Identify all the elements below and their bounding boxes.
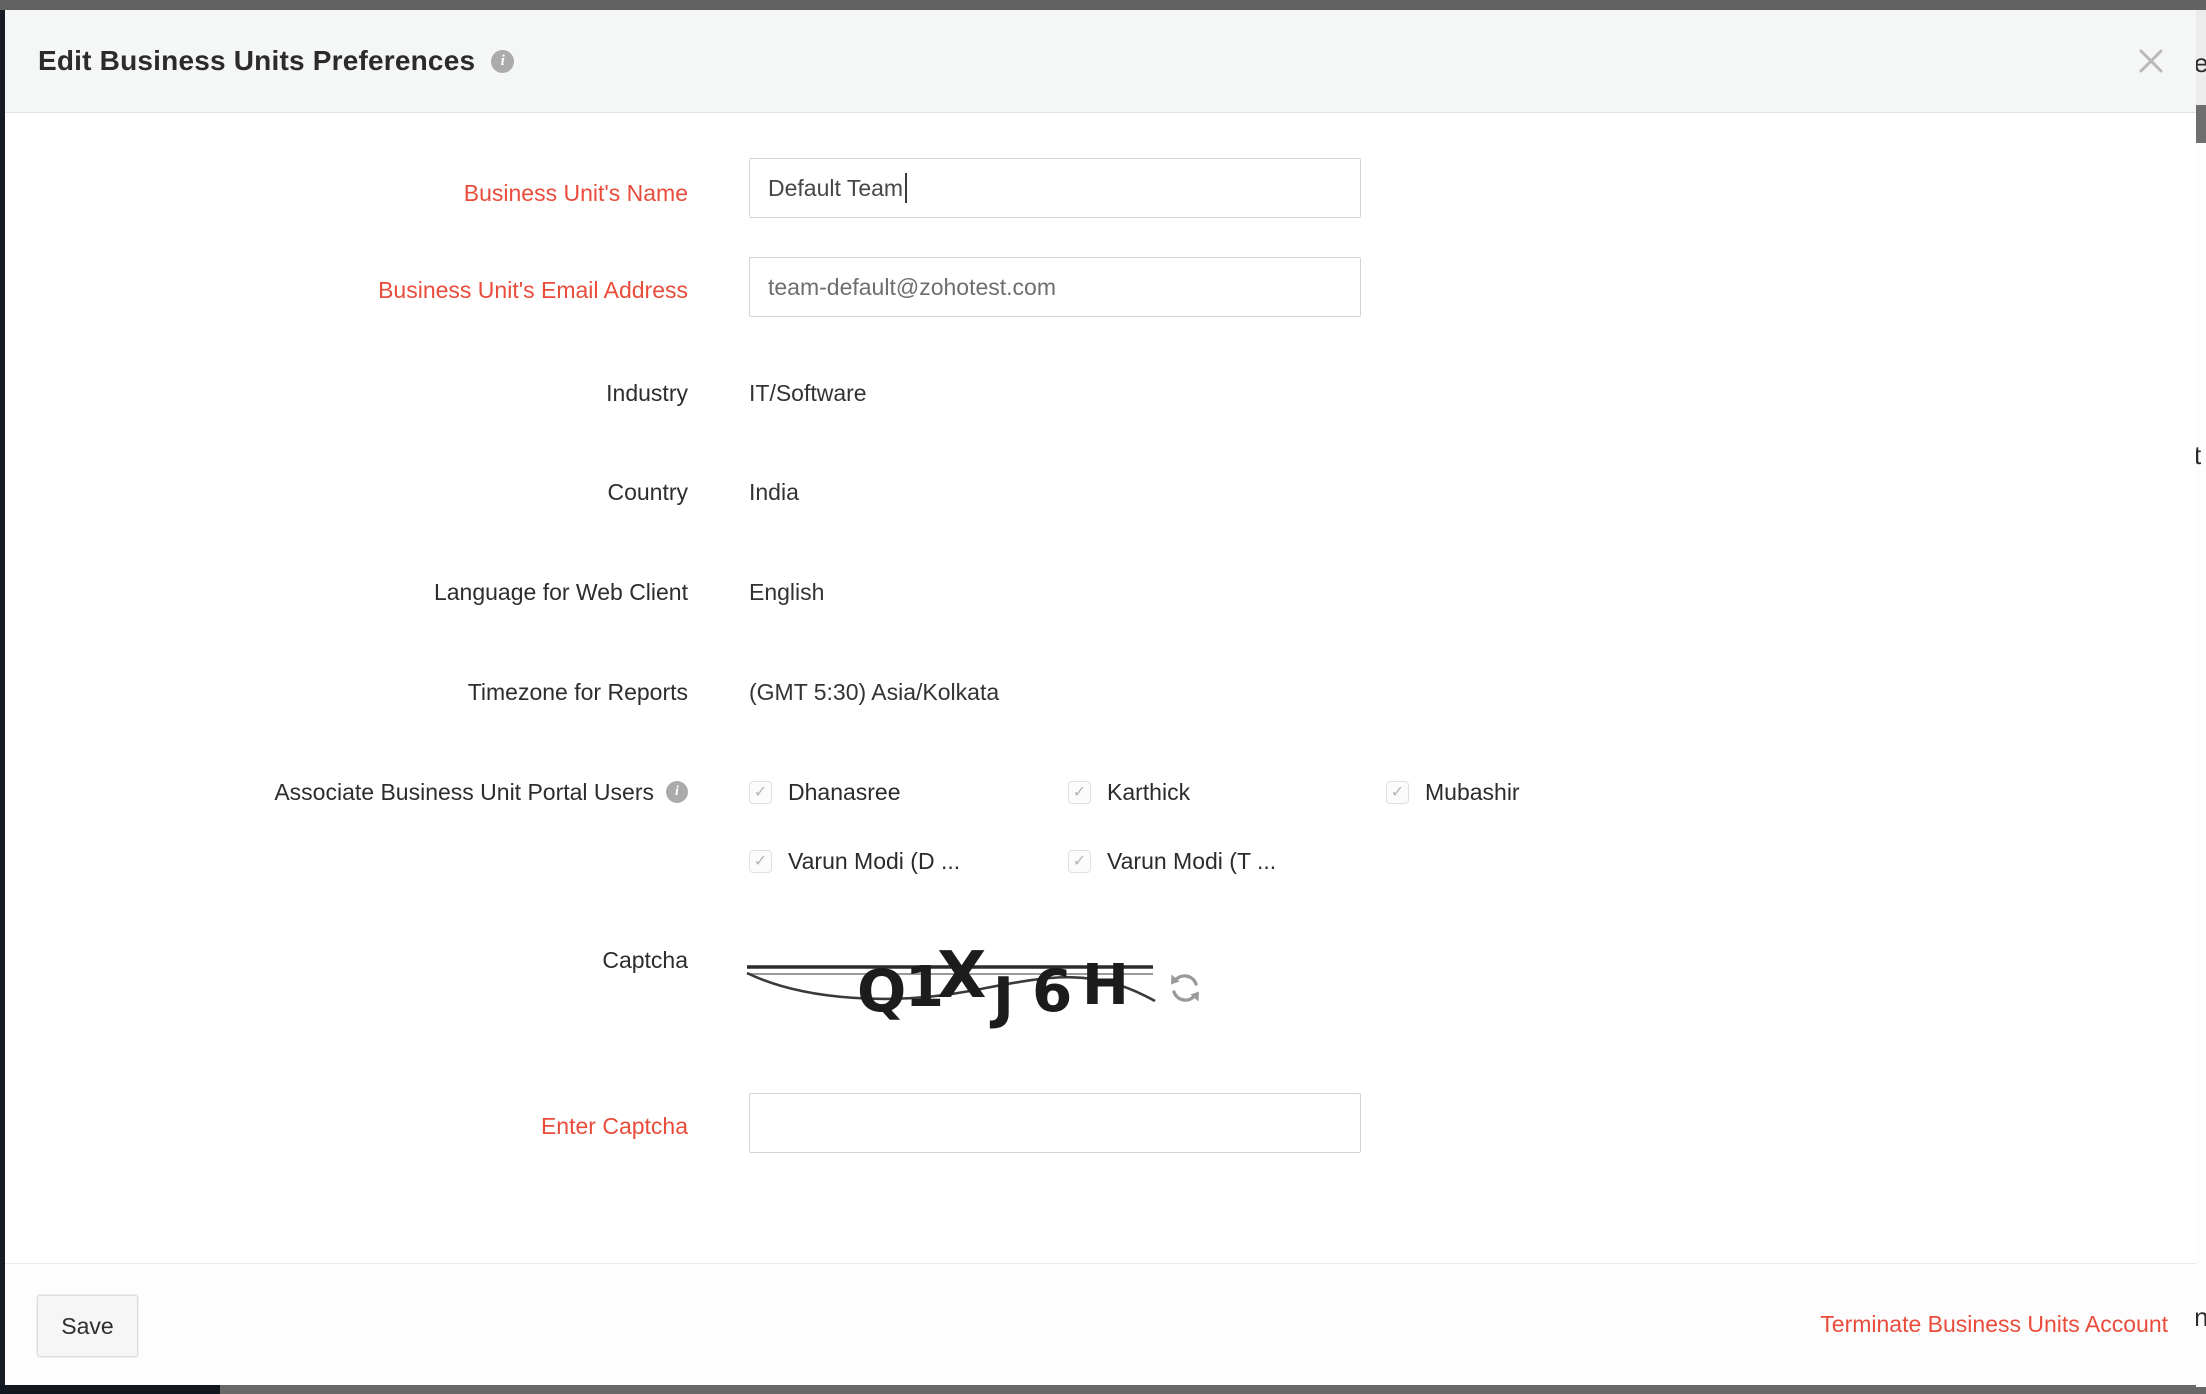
save-button[interactable]: Save bbox=[37, 1295, 138, 1357]
checkbox-checked-icon: ✓ bbox=[749, 781, 772, 804]
close-icon[interactable] bbox=[2136, 46, 2166, 76]
enter-captcha-label: Enter Captcha bbox=[5, 1111, 688, 1141]
business-unit-name-label: Business Unit's Name bbox=[5, 178, 688, 208]
timezone-label: Timezone for Reports bbox=[5, 677, 688, 707]
text-cursor bbox=[905, 173, 907, 203]
refresh-captcha-icon[interactable] bbox=[1167, 970, 1203, 1011]
business-unit-name-input[interactable]: Default Team bbox=[749, 158, 1361, 218]
captcha-text: Q1XJ6H bbox=[857, 943, 1129, 1031]
backdrop-right-page-sliver: e t nt bbox=[2196, 10, 2206, 1387]
backdrop-bottom-bar bbox=[0, 1385, 2206, 1394]
checkbox-checked-icon: ✓ bbox=[1068, 781, 1091, 804]
row-enter-captcha: Enter Captcha bbox=[5, 1093, 2196, 1153]
country-value: India bbox=[749, 479, 799, 505]
captcha-image: Q1XJ6H bbox=[745, 943, 1159, 1031]
associate-portal-users-label-wrap: Associate Business Unit Portal Users i bbox=[5, 777, 688, 807]
row-associate-portal-users: Associate Business Unit Portal Users i ✓… bbox=[5, 777, 2196, 897]
dialog-title: Edit Business Units Preferences bbox=[38, 45, 475, 77]
business-unit-email-input[interactable] bbox=[749, 257, 1361, 317]
clipped-text-fragment: e bbox=[2196, 48, 2206, 79]
portal-user-checkbox[interactable]: ✓ Mubashir bbox=[1386, 777, 1520, 807]
portal-user-checkbox[interactable]: ✓ Karthick bbox=[1068, 777, 1190, 807]
timezone-value: (GMT 5:30) Asia/Kolkata bbox=[749, 679, 999, 705]
language-label: Language for Web Client bbox=[5, 577, 688, 607]
backdrop-bottom-grey-segment bbox=[220, 1385, 2206, 1394]
business-unit-email-label: Business Unit's Email Address bbox=[5, 275, 688, 305]
portal-user-checkbox[interactable]: ✓ Varun Modi (D ... bbox=[749, 846, 960, 876]
language-value: English bbox=[749, 579, 824, 605]
checkbox-checked-icon: ✓ bbox=[749, 850, 772, 873]
edit-business-units-preferences-dialog: Edit Business Units Preferences i Busine… bbox=[5, 10, 2196, 1387]
associate-portal-users-label: Associate Business Unit Portal Users bbox=[274, 777, 654, 807]
backdrop-left-sidebar-sliver bbox=[0, 10, 5, 1387]
portal-user-checkbox[interactable]: ✓ Varun Modi (T ... bbox=[1068, 846, 1276, 876]
checkbox-checked-icon: ✓ bbox=[1068, 850, 1091, 873]
industry-label: Industry bbox=[5, 378, 688, 408]
portal-user-checkbox[interactable]: ✓ Dhanasree bbox=[749, 777, 901, 807]
clipped-text-fragment: t bbox=[2196, 440, 2201, 471]
row-captcha: Captcha Q1XJ6H bbox=[5, 943, 2196, 1033]
terminate-business-units-account-link[interactable]: Terminate Business Units Account bbox=[1820, 1311, 2168, 1338]
dialog-footer: Save Terminate Business Units Account bbox=[5, 1263, 2196, 1387]
clipped-text-fragment: nt bbox=[2196, 1302, 2206, 1333]
row-business-unit-name: Business Unit's Name Default Team bbox=[5, 158, 2196, 218]
row-business-unit-email: Business Unit's Email Address bbox=[5, 257, 2196, 317]
dialog-header: Edit Business Units Preferences i bbox=[5, 10, 2196, 113]
associate-info-icon[interactable]: i bbox=[666, 781, 688, 803]
backdrop-bottom-dark-segment bbox=[0, 1385, 220, 1394]
country-label: Country bbox=[5, 477, 688, 507]
industry-value: IT/Software bbox=[749, 380, 867, 406]
business-unit-name-value: Default Team bbox=[768, 175, 903, 202]
backdrop-top-bar bbox=[0, 0, 2206, 10]
enter-captcha-input[interactable] bbox=[749, 1093, 1361, 1153]
checkbox-checked-icon: ✓ bbox=[1386, 781, 1409, 804]
title-info-icon[interactable]: i bbox=[491, 50, 514, 73]
captcha-label: Captcha bbox=[5, 945, 688, 975]
backdrop-sliver-divider bbox=[2196, 105, 2206, 143]
